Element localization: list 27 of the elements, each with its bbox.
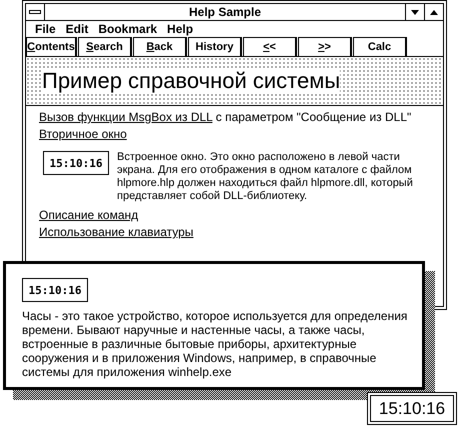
popup-text: Часы - это такое устройство, которое используется для определения времени. Бывают наручные и настенные часы, а также часы, встроенные в различные бытовые приборы, архитектурные сооружения и в приложения Windows, например, в справочные системы для приложения winhelp.exe [22, 309, 408, 379]
link-description: с параметром "Сообщение из DLL" [214, 110, 412, 124]
toolbar-button[interactable]: << [243, 37, 297, 56]
window-title: Help Sample [188, 4, 262, 20]
up-triangle-icon [430, 10, 438, 14]
topic-link[interactable]: Описание команд [39, 208, 138, 222]
menu-item[interactable]: Help [162, 22, 198, 36]
topic-link[interactable]: Использование клавиатуры [39, 225, 194, 239]
system-menu-button[interactable] [26, 4, 45, 20]
toolbar-button[interactable]: Calc [353, 37, 407, 56]
clock-display: 15:10:16 [43, 151, 109, 175]
topic-title: Пример справочной системы [42, 69, 340, 93]
toolbar-button[interactable]: Search [78, 37, 132, 56]
topic-link[interactable]: Вызов функции MsgBox из DLL [39, 110, 212, 124]
topic-link[interactable]: Вторичное окно [39, 127, 127, 141]
down-triangle-icon [411, 10, 419, 14]
clock-window: 15:10:16 [367, 392, 457, 425]
menu-item[interactable]: Bookmark [93, 22, 162, 36]
menu-item[interactable]: Edit [60, 22, 94, 36]
toolbar-button[interactable]: Back [133, 37, 187, 56]
menu-item[interactable]: File [30, 22, 61, 36]
toolbar-button[interactable]: >> [298, 37, 352, 56]
toolbar-button[interactable]: Contents [26, 37, 77, 56]
toolbar-button[interactable]: History [188, 37, 242, 56]
embedded-window-text: Встроенное окно. Это окно расположено в левой части экрана. Для его отображения в одном каталоге с файлом hlpmore.hlp должен находиться файл hlpmore.dll, который представляет собой DLL-библиотеку. [117, 151, 414, 203]
clock-display: 15:10:16 [22, 278, 88, 302]
system-menu-icon [29, 10, 41, 14]
